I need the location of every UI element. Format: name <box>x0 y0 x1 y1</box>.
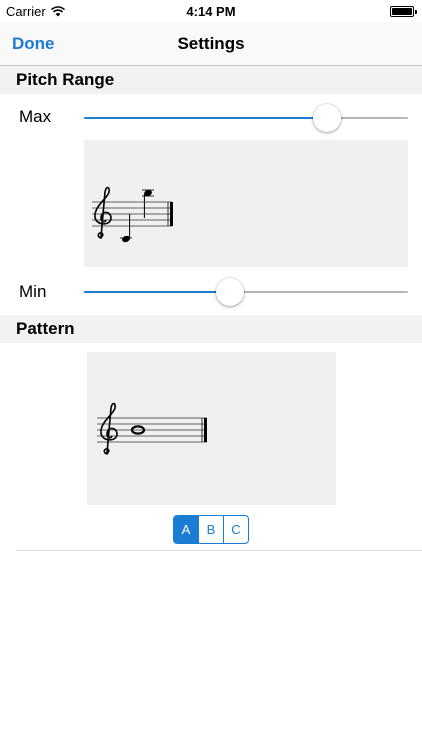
min-label: Min <box>19 282 47 301</box>
navigation-bar: Done Settings <box>0 22 422 66</box>
treble-clef-icon <box>94 186 112 239</box>
min-slider[interactable] <box>84 277 408 307</box>
low-note <box>120 214 132 243</box>
max-slider[interactable] <box>84 103 408 133</box>
pitch-range-staff <box>92 186 173 243</box>
pattern-staff <box>97 402 207 455</box>
slider-thumb[interactable] <box>216 278 244 306</box>
segment-b[interactable]: B <box>198 516 223 543</box>
pattern-segmented-control: ABC <box>173 515 249 544</box>
pitch-range-staff-panel <box>84 140 408 267</box>
section-header-pitch-range: Pitch Range <box>0 66 422 94</box>
divider <box>16 550 422 551</box>
segment-c[interactable]: C <box>223 516 248 543</box>
slider-fill <box>84 117 327 119</box>
slider-fill <box>84 291 230 293</box>
max-label: Max <box>19 107 52 126</box>
page-title: Settings <box>177 34 245 53</box>
treble-clef-icon <box>100 402 118 455</box>
battery-icon <box>390 6 417 17</box>
status-time: 4:14 PM <box>186 4 236 19</box>
segment-a[interactable]: A <box>174 516 198 543</box>
slider-thumb[interactable] <box>313 104 341 132</box>
pattern-staff-panel <box>87 352 336 505</box>
section-header-pattern: Pattern <box>0 315 422 343</box>
status-bar: Carrier 4:14 PM <box>0 0 422 22</box>
